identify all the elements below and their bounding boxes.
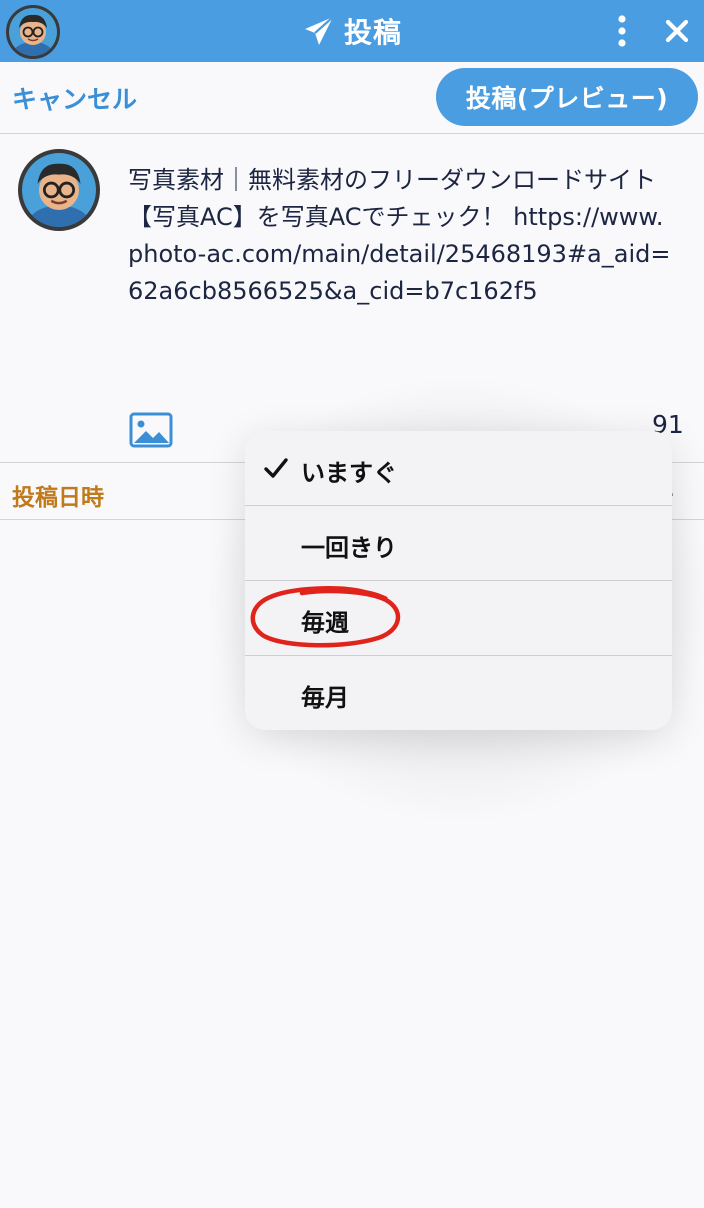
menu-item-monthly[interactable]: 毎月 [245,656,672,730]
post-text-area[interactable]: 写真素材｜無料素材のフリーダウンロードサイト【写真AC】を写真ACでチェック！ … [128,162,673,310]
menu-item-label: いますぐ [301,459,397,487]
checkmark-icon [264,458,288,478]
image-icon[interactable] [129,412,173,448]
menu-item-label: 毎月 [301,684,349,712]
menu-item-once[interactable]: 一回きり [245,506,672,581]
schedule-dropdown-menu: いますぐ 一回きり 毎週 毎月 [245,431,672,730]
post-preview-button[interactable]: 投稿(プレビュー) [436,68,698,126]
cancel-button[interactable]: キャンセル [12,80,137,116]
post-compose-screen: 投稿 キャンセル 投稿(プレビュー) 写真素材｜無料素材のフリーダウンロードサイ… [0,0,704,1208]
menu-item-label: 一回きり [301,534,397,562]
annotation-circle [250,586,401,648]
header-title: 投稿 [343,16,402,49]
close-icon[interactable] [662,16,692,46]
compose-toolbar: キャンセル 投稿(プレビュー) [0,62,704,134]
more-vertical-icon[interactable] [612,14,632,48]
menu-item-now[interactable]: いますぐ [245,431,672,506]
send-icon [304,16,334,45]
schedule-label: 投稿日時 [12,485,104,511]
app-header: 投稿 [0,0,704,62]
header-title-group: 投稿 [0,0,704,62]
compose-avatar [18,149,100,231]
